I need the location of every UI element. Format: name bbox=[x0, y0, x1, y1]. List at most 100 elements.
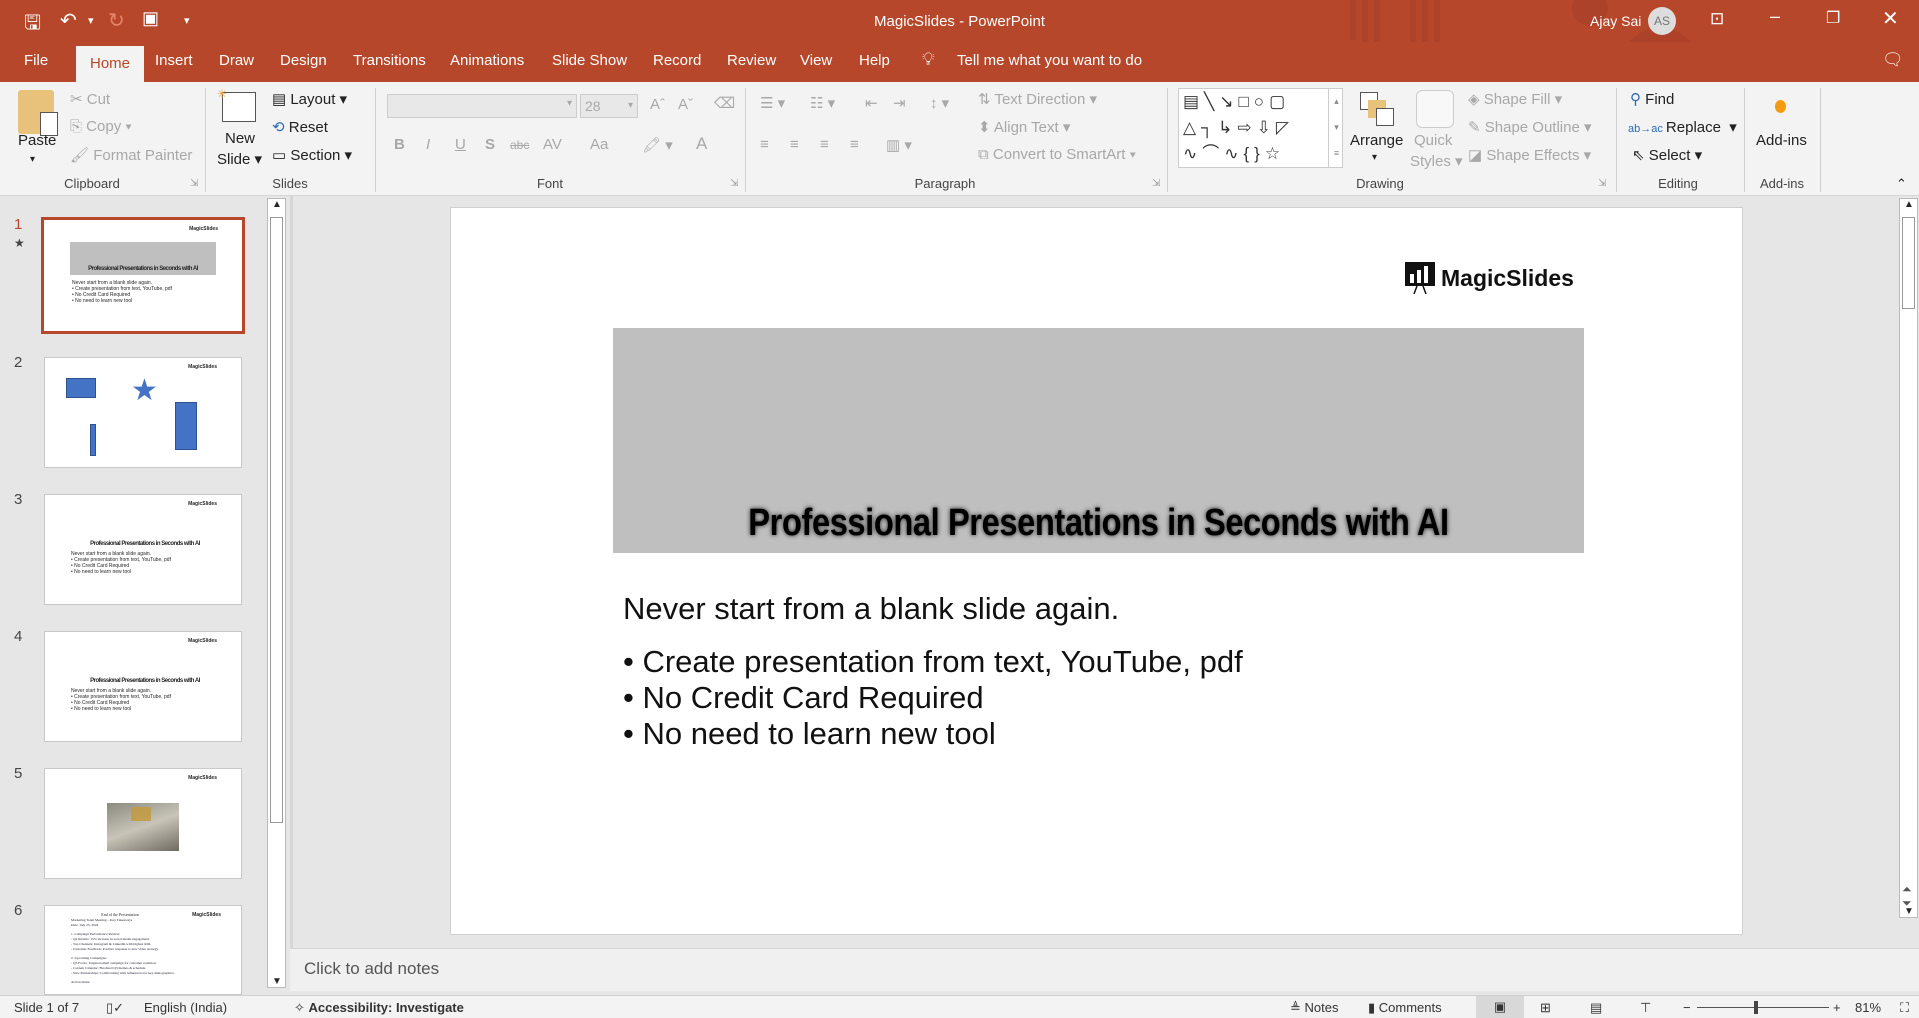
copy-button[interactable]: ⎘ Copy ▾ bbox=[70, 118, 132, 135]
align-right-icon[interactable]: ≡ bbox=[820, 136, 829, 153]
reading-view-icon[interactable]: ▤ bbox=[1590, 1000, 1602, 1016]
convert-smartart-button[interactable]: ⧉ Convert to SmartArt ▾ bbox=[978, 146, 1136, 163]
shape-outline-button[interactable]: ✎ Shape Outline ▾ bbox=[1468, 118, 1592, 136]
slideshow-view-icon[interactable]: ⊤ bbox=[1640, 1000, 1651, 1016]
shape-effects-button[interactable]: ◪ Shape Effects ▾ bbox=[1468, 146, 1591, 164]
zoom-level[interactable]: 81% bbox=[1855, 1000, 1881, 1015]
tell-me-search[interactable]: Tell me what you want to do bbox=[957, 52, 1142, 69]
line-spacing-icon[interactable]: ↕ ▾ bbox=[930, 94, 949, 112]
format-painter-button[interactable]: 🖌︎ Format Painter bbox=[70, 146, 192, 164]
zoom-slider-thumb[interactable] bbox=[1754, 1001, 1759, 1014]
arrange-icon[interactable] bbox=[1360, 92, 1398, 128]
find-button[interactable]: ⚲ Find bbox=[1630, 90, 1674, 108]
align-center-icon[interactable]: ≡ bbox=[790, 136, 799, 153]
user-name[interactable]: Ajay Sai bbox=[1590, 13, 1641, 29]
paragraph-dialog-launcher[interactable]: ⇲ bbox=[1152, 178, 1160, 189]
scroll-thumb[interactable] bbox=[1902, 217, 1915, 309]
text-direction-button[interactable]: ⇅ Text Direction ▾ bbox=[978, 90, 1097, 108]
columns-icon[interactable]: ▥ ▾ bbox=[886, 136, 912, 154]
zoom-in-button[interactable]: + bbox=[1833, 1000, 1841, 1015]
scroll-down-icon[interactable]: ▼ bbox=[272, 976, 282, 987]
font-size-combobox[interactable]: 28 ▾ bbox=[580, 94, 638, 118]
quick-styles-button[interactable]: Quick bbox=[1414, 132, 1452, 149]
slide-thumbnail-3[interactable]: MagicSlides Professional Presentations i… bbox=[44, 494, 242, 605]
tab-view[interactable]: View bbox=[800, 52, 832, 69]
bullet-list[interactable]: • Create presentation from text, YouTube… bbox=[623, 644, 1243, 752]
underline-button[interactable]: U bbox=[455, 136, 466, 153]
tab-insert[interactable]: Insert bbox=[155, 52, 193, 69]
close-icon[interactable]: ✕ bbox=[1882, 6, 1899, 31]
slide-thumbnail-1[interactable]: MagicSlides Professional Presentations i… bbox=[41, 217, 245, 334]
cut-button[interactable]: ✂ Cut bbox=[70, 90, 110, 108]
shrink-font-button[interactable]: Aˇ bbox=[678, 96, 693, 113]
shadow-button[interactable]: S bbox=[485, 136, 495, 153]
gallery-scroll[interactable]: ▴ ▾ ≡ bbox=[1328, 88, 1344, 168]
slide-thumbnail-6[interactable]: MagicSlides End of the Presentation Mark… bbox=[44, 905, 242, 995]
bold-button[interactable]: B bbox=[394, 136, 405, 153]
zoom-slider[interactable] bbox=[1697, 1001, 1829, 1014]
notes-placeholder[interactable]: Click to add notes bbox=[304, 959, 439, 978]
clipboard-dialog-launcher[interactable]: ⇲ bbox=[190, 178, 198, 189]
slide-title[interactable]: Professional Presentations in Seconds wi… bbox=[681, 502, 1516, 545]
language[interactable]: English (India) bbox=[144, 1000, 227, 1015]
align-left-icon[interactable]: ≡ bbox=[760, 136, 769, 153]
select-button[interactable]: ⇖ Select ▾ bbox=[1632, 146, 1702, 164]
quick-styles-icon[interactable] bbox=[1416, 90, 1454, 128]
layout-button[interactable]: ▤ Layout ▾ bbox=[272, 90, 347, 108]
tab-help[interactable]: Help bbox=[859, 52, 890, 69]
fit-to-window-icon[interactable]: ⛶ bbox=[1900, 1000, 1909, 1016]
paste-button[interactable]: Paste bbox=[18, 132, 56, 149]
strikethrough-button[interactable]: abc bbox=[510, 138, 529, 152]
restore-icon[interactable]: ❐ bbox=[1826, 8, 1840, 28]
font-name-combobox[interactable]: ▾ bbox=[387, 94, 577, 118]
reset-button[interactable]: ⟲ Reset bbox=[272, 118, 328, 136]
drawing-dialog-launcher[interactable]: ⇲ bbox=[1598, 178, 1606, 189]
new-slide-dropdown[interactable]: Slide ▾ bbox=[217, 150, 262, 168]
numbering-icon[interactable]: ☷ ▾ bbox=[810, 94, 835, 112]
slide-thumbnail-4[interactable]: MagicSlides Professional Presentations i… bbox=[44, 631, 242, 742]
tab-draw[interactable]: Draw bbox=[219, 52, 254, 69]
decrease-indent-icon[interactable]: ⇤ bbox=[865, 94, 878, 112]
tab-review[interactable]: Review bbox=[727, 52, 776, 69]
highlight-icon[interactable]: 🖍︎ ▾ bbox=[642, 136, 673, 154]
tab-animations[interactable]: Animations bbox=[450, 52, 524, 69]
notes-pane[interactable]: Click to add notes bbox=[290, 948, 1919, 991]
avatar[interactable]: AS bbox=[1648, 7, 1676, 35]
slide-sorter-icon[interactable]: ⊞ bbox=[1540, 1000, 1551, 1016]
paste-icon[interactable] bbox=[18, 90, 58, 136]
justify-icon[interactable]: ≡ bbox=[850, 136, 859, 153]
font-color-button[interactable]: A bbox=[696, 134, 707, 154]
comments-button[interactable]: ▮ Comments bbox=[1368, 1000, 1442, 1016]
increase-indent-icon[interactable]: ⇥ bbox=[893, 94, 906, 112]
tab-home[interactable]: Home bbox=[76, 46, 145, 82]
tab-slide-show[interactable]: Slide Show bbox=[552, 52, 627, 69]
quick-styles-dropdown[interactable]: Styles ▾ bbox=[1410, 152, 1463, 170]
new-slide-button[interactable]: New bbox=[225, 130, 255, 147]
ribbon-display-options-icon[interactable]: ⊡ bbox=[1710, 9, 1724, 29]
slide-thumbnail-2[interactable]: MagicSlides ★ bbox=[44, 357, 242, 468]
minimize-icon[interactable]: – bbox=[1770, 6, 1780, 27]
title-placeholder[interactable]: Professional Presentations in Seconds wi… bbox=[613, 328, 1584, 553]
tab-transitions[interactable]: Transitions bbox=[353, 52, 426, 69]
tab-design[interactable]: Design bbox=[280, 52, 327, 69]
accessibility-button[interactable]: ✧ Accessibility: Investigate bbox=[294, 1000, 464, 1016]
pane-splitter[interactable] bbox=[290, 196, 293, 991]
replace-button[interactable]: ab→ac Replace ▾ bbox=[1628, 118, 1737, 136]
align-text-button[interactable]: ⬍ Align Text ▾ bbox=[978, 118, 1070, 136]
scroll-up-icon[interactable]: ▲ bbox=[1904, 199, 1914, 210]
subtitle-text[interactable]: Never start from a blank slide again. bbox=[623, 591, 1119, 627]
scroll-up-icon[interactable]: ▲ bbox=[272, 199, 282, 210]
thumbnail-scrollbar[interactable]: ▲ ▼ bbox=[267, 198, 286, 988]
add-ins-icon[interactable] bbox=[1775, 100, 1786, 113]
notes-button[interactable]: ≜ Notes bbox=[1290, 1000, 1338, 1016]
slide-canvas[interactable]: MagicSlides Professional Presentations i… bbox=[450, 207, 1743, 935]
zoom-out-button[interactable]: − bbox=[1683, 1000, 1691, 1015]
slide-thumbnail-5[interactable]: MagicSlides bbox=[44, 768, 242, 879]
new-slide-icon[interactable]: ✳ bbox=[217, 87, 256, 122]
grow-font-button[interactable]: Aˆ bbox=[650, 96, 665, 113]
shape-fill-button[interactable]: ◈ Shape Fill ▾ bbox=[1468, 90, 1562, 108]
slide-scrollbar[interactable]: ▲ ▼ bbox=[1899, 198, 1918, 918]
paste-dropdown-icon[interactable]: ▾ bbox=[30, 154, 35, 165]
comments-icon[interactable]: 🗨︎ bbox=[1882, 50, 1904, 70]
shapes-gallery[interactable]: ▤╲↘□○▢ △┐↳⇨⇩◸ ∿⌒∿{}☆ bbox=[1178, 88, 1343, 168]
